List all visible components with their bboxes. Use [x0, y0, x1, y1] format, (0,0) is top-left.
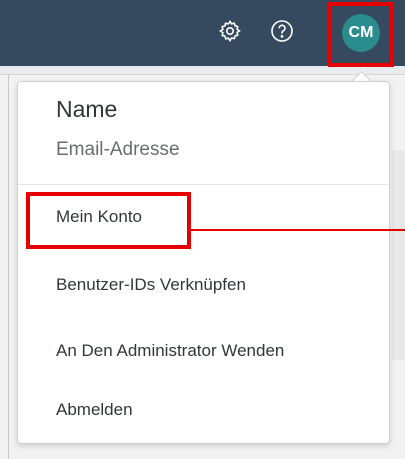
background-divider: [8, 74, 9, 459]
help-button[interactable]: [267, 16, 297, 46]
user-name: Name: [56, 96, 118, 122]
subheader-strip: [0, 66, 405, 75]
menu-item-link-user-ids[interactable]: Benutzer-IDs Verknüpfen: [56, 275, 246, 295]
my-account-highlight-box: [26, 192, 191, 249]
avatar-highlight-box: [328, 2, 394, 67]
question-mark-circle-icon: [271, 20, 293, 42]
gear-icon: [219, 20, 241, 42]
menu-item-contact-admin[interactable]: An Den Administrator Wenden: [56, 341, 284, 361]
menu-item-sign-out[interactable]: Abmelden: [56, 400, 133, 420]
background-panel: [392, 150, 405, 360]
user-menu-popover: Name Email-Adresse Mein Konto Benutzer-I…: [17, 81, 390, 444]
my-account-callout-line: [191, 229, 405, 231]
settings-button[interactable]: [215, 16, 245, 46]
user-email: Email-Adresse: [56, 139, 180, 160]
menu-divider: [18, 184, 389, 185]
avatar-callout-line: [376, 0, 378, 4]
